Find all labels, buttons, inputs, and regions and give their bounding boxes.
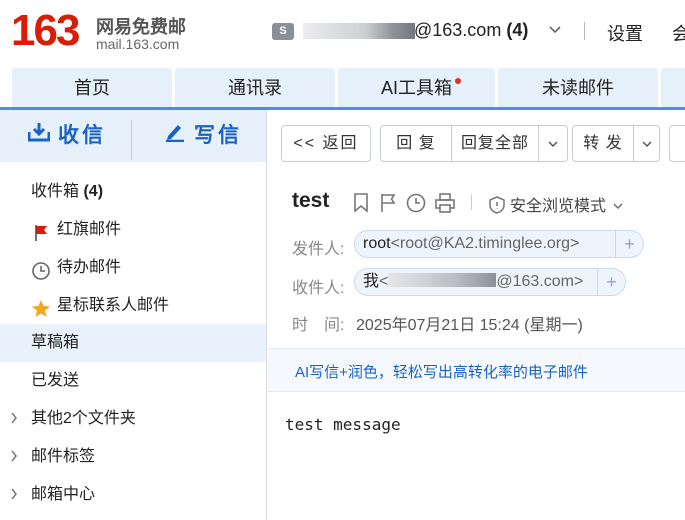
tab-home-label: 首页 xyxy=(74,78,110,98)
folder-center-label: 邮箱中心 xyxy=(31,486,96,503)
tab-contacts-label: 通讯录 xyxy=(228,78,282,98)
folder-center[interactable]: 邮箱中心 xyxy=(0,476,266,514)
add-contact-icon[interactable]: + xyxy=(615,231,643,257)
sidebar: 收信 写信 收件箱 (4) 红旗邮件 待办邮件 星标联系人邮件 草稿箱 已发送 … xyxy=(0,110,267,520)
star-icon xyxy=(31,296,51,317)
mail-subject: test xyxy=(292,189,330,212)
tab-home[interactable]: 首页 xyxy=(12,68,172,108)
inbox-count: (4) xyxy=(83,183,104,200)
chevron-right-icon[interactable] xyxy=(10,438,18,476)
pencil-icon xyxy=(164,110,186,162)
chevron-right-icon[interactable] xyxy=(10,476,18,514)
folder-drafts-label: 草稿箱 xyxy=(31,334,80,351)
logo-url[interactable]: mail.163.com xyxy=(96,36,179,52)
main-nav: 首页 通讯录 AI工具箱 未读邮件 xyxy=(0,64,685,110)
tab-ai-tools-label: AI工具箱 xyxy=(380,78,452,98)
mail-body: test message xyxy=(285,415,401,434)
account-name-redacted xyxy=(303,23,415,39)
add-contact-icon[interactable]: + xyxy=(597,269,625,295)
recipient-address-prefix: < xyxy=(379,273,389,290)
safe-mode-label: 安全浏览模式 xyxy=(510,198,607,215)
clock-icon xyxy=(31,258,51,280)
compose-button[interactable]: 写信 xyxy=(164,110,242,162)
reply-button[interactable]: 回 复 xyxy=(381,126,451,161)
folder-flagged[interactable]: 红旗邮件 xyxy=(0,211,266,249)
more-actions-button[interactable] xyxy=(669,125,685,162)
folder-inbox-label: 收件箱 (4) xyxy=(31,173,103,211)
reply-dropdown[interactable] xyxy=(539,126,567,161)
forward-group: 转 发 xyxy=(572,125,660,162)
print-icon[interactable] xyxy=(434,192,456,214)
chevron-down-icon[interactable] xyxy=(548,22,562,39)
reply-group: 回 复 回复全部 xyxy=(380,125,568,162)
folder-flagged-label: 红旗邮件 xyxy=(57,221,122,238)
recipient-name: 我 xyxy=(363,273,380,290)
subject-divider xyxy=(471,194,472,210)
folder-tags-label: 邮件标签 xyxy=(31,448,96,465)
account-icon: S xyxy=(272,23,294,40)
folder-drafts[interactable]: 草稿箱 xyxy=(0,324,266,362)
folder-tags[interactable]: 邮件标签 xyxy=(0,438,266,476)
recipient-redacted xyxy=(388,273,497,288)
inbox-text: 收件箱 xyxy=(31,183,80,200)
safe-mode-toggle[interactable]: 安全浏览模式 xyxy=(488,192,623,216)
shield-icon xyxy=(489,196,505,214)
folder-sent-label: 已发送 xyxy=(31,372,80,389)
tab-partial[interactable] xyxy=(661,68,685,108)
folder-todo[interactable]: 待办邮件 xyxy=(0,249,266,287)
folder-starred[interactable]: 星标联系人邮件 xyxy=(0,287,266,325)
tab-ai-tools[interactable]: AI工具箱 xyxy=(338,68,495,108)
inbox-download-icon xyxy=(27,110,51,162)
bookmark-icon[interactable] xyxy=(351,192,371,214)
chevron-down-icon xyxy=(613,203,623,209)
account-suffix: @163.com xyxy=(414,20,502,40)
sender-chip[interactable]: root<root@KA2.timinglee.org> + xyxy=(354,230,644,258)
account-unread: (4) xyxy=(506,20,529,40)
time-label: 时 间: xyxy=(292,317,345,334)
to-label: 收件人: xyxy=(292,280,345,297)
forward-button[interactable]: 转 发 xyxy=(573,126,633,161)
sender-name: root xyxy=(363,235,391,252)
sent-time: 2025年07月21日 15:24 (星期一) xyxy=(356,317,583,334)
reply-all-button[interactable]: 回复全部 xyxy=(452,126,538,161)
sender-address: <root@KA2.timinglee.org> xyxy=(390,235,580,252)
compose-bar: 收信 写信 xyxy=(0,110,266,162)
header-divider xyxy=(584,22,585,40)
folder-other[interactable]: 其他2个文件夹 xyxy=(0,400,266,438)
folder-starred-label: 星标联系人邮件 xyxy=(57,297,170,314)
compose-divider xyxy=(131,120,132,160)
from-label: 发件人: xyxy=(292,241,345,258)
folder-inbox[interactable]: 收件箱 (4) xyxy=(0,173,266,211)
chevron-right-icon[interactable] xyxy=(10,400,18,438)
clock-icon[interactable] xyxy=(405,192,427,214)
flag-icon[interactable] xyxy=(378,192,398,214)
compose-label: 写信 xyxy=(194,124,242,147)
header-more-link[interactable]: 会 xyxy=(672,20,685,46)
chevron-down-icon xyxy=(548,141,558,148)
chevron-down-icon xyxy=(641,141,652,148)
recipient-address-suffix: @163.com> xyxy=(496,273,584,290)
mail-reader: << 返回 回 复 回复全部 转 发 test 安全浏览模式 发件人: root… xyxy=(268,110,685,520)
folder-other-label: 其他2个文件夹 xyxy=(31,410,136,427)
logo-number[interactable]: 163 xyxy=(11,6,80,56)
tab-contacts[interactable]: 通讯录 xyxy=(175,68,335,108)
receive-label: 收信 xyxy=(58,124,106,147)
folder-todo-label: 待办邮件 xyxy=(57,259,122,276)
account-email[interactable]: @163.com (4) xyxy=(414,20,528,41)
recipient-chip[interactable]: 我< @163.com> + xyxy=(354,268,626,296)
forward-dropdown[interactable] xyxy=(634,126,659,161)
back-button[interactable]: << 返回 xyxy=(281,125,371,162)
ai-promo-banner[interactable]: AI写信+润色，轻松写出高转化率的电子邮件 xyxy=(268,348,685,392)
tab-unread[interactable]: 未读邮件 xyxy=(498,68,658,108)
top-header: 163 网易免费邮 mail.163.com S @163.com (4) 设置… xyxy=(0,0,685,64)
receive-button[interactable]: 收信 xyxy=(27,110,106,162)
new-dot-icon xyxy=(455,78,461,84)
settings-link[interactable]: 设置 xyxy=(607,20,643,46)
ai-promo-text[interactable]: AI写信+润色，轻松写出高转化率的电子邮件 xyxy=(295,361,588,382)
tab-unread-label: 未读邮件 xyxy=(542,78,614,98)
red-flag-icon xyxy=(31,220,51,241)
folder-sent[interactable]: 已发送 xyxy=(0,362,266,400)
